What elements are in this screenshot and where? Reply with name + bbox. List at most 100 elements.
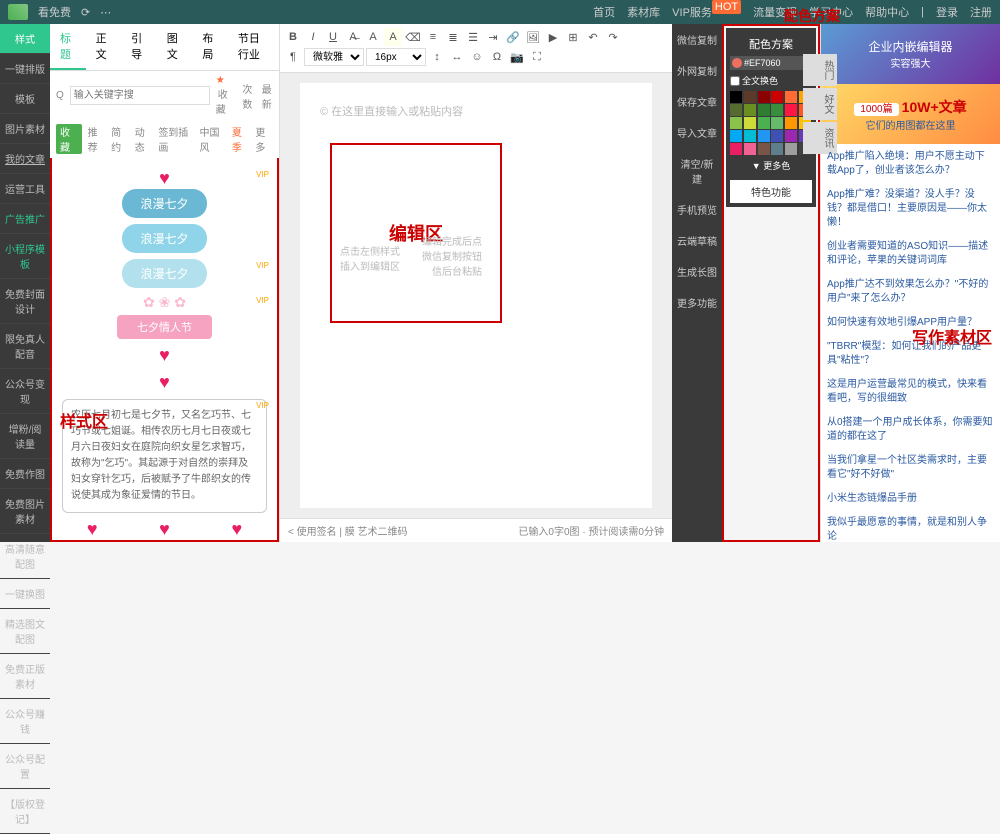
rail-cover[interactable]: 免费封面设计 (0, 279, 50, 324)
color-swatch[interactable] (771, 117, 783, 129)
filter-chinese[interactable]: 中国风 (199, 124, 225, 154)
color-swatch[interactable] (785, 130, 797, 142)
font-size-select[interactable]: 16px (366, 48, 426, 66)
article-link[interactable]: 小米生态链爆品手册 (827, 492, 994, 506)
nav-vip[interactable]: VIP服务HOT (672, 4, 741, 20)
table-icon[interactable]: ⊞ (564, 28, 582, 46)
promo-editor[interactable]: 企业内嵌编辑器 实容强大 (821, 24, 1000, 84)
logo[interactable] (8, 4, 28, 20)
link-icon[interactable]: 🔗 (504, 28, 522, 46)
filter-summer[interactable]: 夏季 (232, 124, 250, 154)
action-save[interactable]: 保存文章 (672, 86, 722, 117)
color-swatch[interactable] (758, 130, 770, 142)
indent-icon[interactable]: ⇥ (484, 28, 502, 46)
action-web-copy[interactable]: 外网复制 (672, 55, 722, 86)
style-scroll[interactable]: 样式区 ♥ 浪漫七夕 VIP 浪漫七夕 浪漫七夕 VIP ✿ ❀ ✿ 七夕情人节… (50, 158, 279, 542)
article-link[interactable]: 当我们拿星一个社区类需求时，主要看它"好不好做" (827, 454, 994, 482)
nav-login[interactable]: 登录 (936, 4, 958, 20)
rail-copyright[interactable]: 【版权登记】 (0, 789, 50, 834)
heart-divider[interactable]: ♥ ♥ ♥ (56, 519, 273, 540)
color-swatch[interactable] (771, 104, 783, 116)
lineheight-icon[interactable]: ↕ (428, 48, 446, 66)
tab-holiday[interactable]: 节日行业 (228, 24, 279, 70)
color-swatch[interactable] (744, 130, 756, 142)
rail-myarticles[interactable]: 我的文章 (0, 144, 50, 174)
count-action[interactable]: 次数 (240, 81, 255, 111)
style-card-2[interactable]: 浪漫七夕 (58, 224, 271, 253)
more-colors[interactable]: ▼ 更多色 (730, 155, 812, 176)
color-swatch[interactable] (730, 143, 742, 155)
side-tab-good[interactable]: 好文 (803, 88, 837, 120)
emoji-icon[interactable]: ☺ (468, 48, 486, 66)
underline-icon[interactable]: U (324, 28, 342, 46)
tab-guide[interactable]: 引导 (121, 24, 157, 70)
full-replace-check[interactable]: 全文换色 (730, 74, 812, 87)
rail-fans[interactable]: 增粉/阅读量 (0, 414, 50, 459)
color-swatch[interactable] (758, 104, 770, 116)
color-swatch[interactable] (744, 91, 756, 103)
color-swatch[interactable] (730, 91, 742, 103)
search-input[interactable] (70, 86, 210, 105)
article-link[interactable]: App推广难？没渠道？没人手？没钱？都是借口！主要原因是——你太懒！ (827, 188, 994, 230)
nav-material[interactable]: 素材库 (627, 4, 660, 20)
action-wechat-copy[interactable]: 微信复制 (672, 24, 722, 55)
rail-config[interactable]: 公众号配置 (0, 744, 50, 789)
tab-title[interactable]: 标题 (50, 24, 86, 70)
filter-more[interactable]: 更多 (255, 124, 273, 154)
rail-licensed[interactable]: 免费正版素材 (0, 654, 50, 699)
color-swatch[interactable] (744, 117, 756, 129)
color-swatch[interactable] (758, 143, 770, 155)
rail-hdimg[interactable]: 高清随意配图 (0, 534, 50, 579)
action-preview[interactable]: 手机预览 (672, 194, 722, 225)
rail-images[interactable]: 图片素材 (0, 114, 50, 144)
tab-body[interactable]: 正文 (86, 24, 122, 70)
side-tab-hot[interactable]: 热门 (803, 54, 837, 86)
color-swatch[interactable] (730, 130, 742, 142)
color-swatch[interactable] (771, 91, 783, 103)
article-link[interactable]: 我似乎最愿意的事情，就是和别人争论 (827, 516, 994, 542)
full-replace-checkbox[interactable] (730, 76, 740, 86)
style-card-heart2[interactable]: ♥ (58, 372, 271, 393)
align-center-icon[interactable]: ≣ (444, 28, 462, 46)
article-list[interactable]: 写作素材区 App推广陷入绝境：用户不愿主动下载App了，创业者该怎么办？App… (821, 144, 1000, 542)
action-draft[interactable]: 云端草稿 (672, 225, 722, 256)
color-swatch[interactable] (785, 91, 797, 103)
undo-icon[interactable]: ↶ (584, 28, 602, 46)
style-card-3[interactable]: 浪漫七夕 VIP (58, 259, 271, 288)
footer-left[interactable]: < 使用签名 | 膜 艺术二维码 (288, 523, 408, 538)
article-link[interactable]: App推广陷入绝境：用户不愿主动下载App了，创业者该怎么办？ (827, 150, 994, 178)
rail-style[interactable]: 样式 (0, 24, 50, 54)
color-swatch[interactable] (744, 104, 756, 116)
nav-home[interactable]: 首页 (593, 4, 615, 20)
rail-voice[interactable]: 限免真人配音 (0, 324, 50, 369)
list-icon[interactable]: ☰ (464, 28, 482, 46)
action-import[interactable]: 导入文章 (672, 117, 722, 148)
video-icon[interactable]: ▶ (544, 28, 562, 46)
font-family-select[interactable]: 微软雅黑 (304, 48, 364, 66)
rail-selectimg[interactable]: 精选图文配图 (0, 609, 50, 654)
clear-icon[interactable]: ⌫ (404, 28, 422, 46)
article-link[interactable]: 从0搭建一个用户成长体系，你需要知道的都在这了 (827, 416, 994, 444)
nav-help[interactable]: 帮助中心 (865, 4, 909, 20)
rail-swapimg[interactable]: 一键换图 (0, 579, 50, 609)
new-action[interactable]: 最新 (260, 81, 275, 111)
fullscreen-icon[interactable]: ⛶ (528, 48, 546, 66)
rail-freeimg[interactable]: 免费图片素材 (0, 489, 50, 534)
spacing-icon[interactable]: ↔ (448, 48, 466, 66)
free-link[interactable]: 看免费 (38, 4, 71, 20)
style-card-1[interactable]: ♥ 浪漫七夕 VIP (58, 168, 271, 218)
camera-icon[interactable]: 📷 (508, 48, 526, 66)
rail-draw[interactable]: 免费作图 (0, 459, 50, 489)
rail-template[interactable]: 模板 (0, 84, 50, 114)
tab-layout[interactable]: 布局 (192, 24, 228, 70)
rail-oneclick[interactable]: 一键排版 (0, 54, 50, 84)
italic-icon[interactable]: I (304, 28, 322, 46)
action-clear[interactable]: 清空/新建 (672, 148, 722, 194)
action-more[interactable]: 更多功能 (672, 287, 722, 318)
color-swatch[interactable] (771, 130, 783, 142)
rail-ads[interactable]: 广告推广 (0, 204, 50, 234)
strike-icon[interactable]: A̶ (344, 28, 362, 46)
filter-rec[interactable]: 推荐 (88, 124, 106, 154)
refresh-icon[interactable]: ⟳ (81, 6, 90, 19)
more-icon[interactable]: ⋯ (100, 6, 111, 19)
